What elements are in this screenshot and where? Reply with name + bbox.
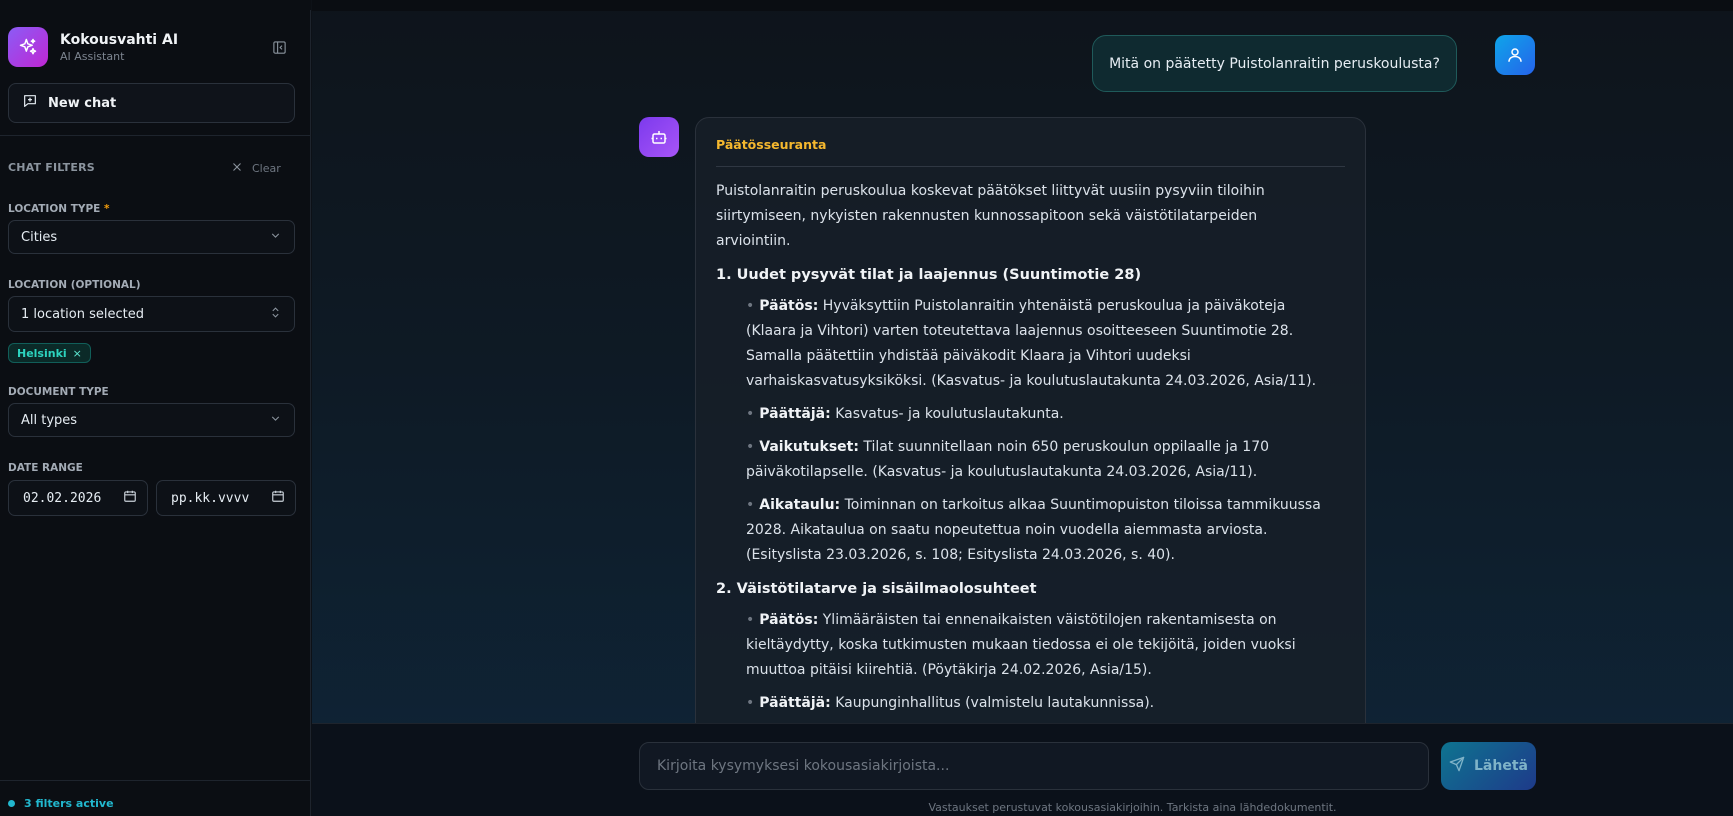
chevron-down-icon <box>269 412 282 429</box>
filters-active-label: 3 filters active <box>24 797 114 810</box>
answer-intro: Puistolanraitin peruskoulua koskevat pää… <box>716 183 1265 249</box>
location-value: 1 location selected <box>21 306 144 322</box>
disclaimer: Vastaukset perustuvat kokousasiakirjoihi… <box>928 801 1337 814</box>
date-to-value: pp.kk.vvvv <box>171 490 250 506</box>
bullet-icon: • <box>746 612 755 628</box>
chip-remove-button[interactable]: × <box>73 347 82 360</box>
item-label: Päättäjä: <box>759 406 831 422</box>
message-input[interactable]: Kirjoita kysymyksesi kokousasiakirjoista… <box>639 742 1429 790</box>
divider <box>0 135 311 136</box>
chat-main: Mitä on päätetty Puistolanraitin perusko… <box>312 0 1733 816</box>
item-text: Hyväksyttiin Puistolanraitin yhtenäistä … <box>746 298 1317 389</box>
location-label: LOCATION (OPTIONAL) <box>8 279 141 291</box>
message-plus-icon <box>22 93 38 113</box>
bullet-icon: • <box>746 695 755 711</box>
chip-label: Helsinki <box>17 346 67 360</box>
sparkles-icon <box>8 27 48 67</box>
bot-icon <box>639 117 679 157</box>
close-icon <box>231 161 243 176</box>
document-type-label: DOCUMENT TYPE <box>8 386 109 398</box>
location-select[interactable]: 1 location selected <box>8 296 295 332</box>
location-chip-helsinki: Helsinki × <box>8 343 91 363</box>
bullet-icon: • <box>746 406 755 422</box>
answer-section-list: • Päätös: Hyväksyttiin Puistolanraitin yh… <box>716 294 1326 568</box>
calendar-icon[interactable] <box>271 489 285 507</box>
item-text: Kasvatus- ja koulutuslautakunta. <box>835 406 1064 422</box>
user-icon <box>1495 35 1535 75</box>
date-range-label: DATE RANGE <box>8 462 83 474</box>
brand-name: Kokousvahti AI <box>60 31 179 48</box>
list-item: • Päättäjä: Kasvatus- ja koulutuslautakun… <box>746 402 1326 427</box>
chevron-down-icon <box>269 229 282 246</box>
clear-filters-button[interactable]: Clear <box>231 161 281 176</box>
bullet-icon: • <box>746 439 755 455</box>
list-item: • Vaikutukset: Tilat suunnitellaan noin 6… <box>746 435 1326 485</box>
send-label: Lähetä <box>1474 758 1528 774</box>
answer-section-list: • Päätös: Ylimääräisten tai ennenaikaiste… <box>716 608 1326 716</box>
answer-tag: Päätösseuranta <box>716 137 827 152</box>
date-to-input[interactable]: pp.kk.vvvv <box>156 480 296 516</box>
chevrons-up-down-icon <box>269 306 282 323</box>
location-type-value: Cities <box>21 229 58 245</box>
list-item: • Aikataulu: Toiminnan on tarkoitus alkaa… <box>746 493 1326 568</box>
item-label: Päätös: <box>759 612 819 628</box>
assistant-answer-card: Päätösseuranta Puistolanraitin peruskoul… <box>695 117 1366 737</box>
date-from-input[interactable]: 02.02.2026 <box>8 480 148 516</box>
divider <box>0 780 311 781</box>
list-item: • Päätös: Hyväksyttiin Puistolanraitin yh… <box>746 294 1326 394</box>
new-chat-label: New chat <box>48 95 117 111</box>
list-item: • Päätös: Ylimääräisten tai ennenaikaiste… <box>746 608 1326 683</box>
sidebar: Kokousvahti AI AI Assistant New chat CHA… <box>0 0 311 816</box>
main-top-edge <box>312 0 1733 11</box>
filters-title: CHAT FILTERS <box>8 161 95 174</box>
document-type-value: All types <box>21 412 78 428</box>
required-marker: * <box>104 203 110 215</box>
bullet-icon: • <box>746 497 755 513</box>
send-icon <box>1449 756 1465 776</box>
item-label: Aikataulu: <box>759 497 841 513</box>
message-input-placeholder: Kirjoita kysymyksesi kokousasiakirjoista… <box>657 758 950 774</box>
item-text: Ylimääräisten tai ennenaikaisten väistöt… <box>746 612 1296 678</box>
answer-section-heading: 1. Uudet pysyvät tilat ja laajennus (Suu… <box>716 267 1142 283</box>
divider <box>716 166 1345 167</box>
item-label: Päätös: <box>759 298 819 314</box>
item-label: Päättäjä: <box>759 695 831 711</box>
clear-label: Clear <box>252 162 281 175</box>
location-type-label: LOCATION TYPE * <box>8 203 110 215</box>
list-item: • Päättäjä: Kaupunginhallitus (valmistelu… <box>746 691 1326 716</box>
bullet-icon: • <box>746 298 755 314</box>
item-text: Kaupunginhallitus (valmistelu lautakunni… <box>835 695 1155 711</box>
new-chat-button[interactable]: New chat <box>8 83 295 123</box>
date-from-value: 02.02.2026 <box>23 490 102 506</box>
user-message-text: Mitä on päätetty Puistolanraitin perusko… <box>1109 55 1440 72</box>
send-button[interactable]: Lähetä <box>1441 742 1536 790</box>
composer: Kirjoita kysymyksesi kokousasiakirjoista… <box>312 723 1733 816</box>
sidebar-top-edge <box>0 0 311 10</box>
answer-sections: 1. Uudet pysyvät tilat ja laajennus (Suu… <box>716 262 1326 716</box>
calendar-icon[interactable] <box>123 489 137 507</box>
status-dot <box>8 800 15 807</box>
filters-active-status: 3 filters active <box>8 797 114 810</box>
sidebar-collapse-icon[interactable] <box>270 38 288 56</box>
location-type-select[interactable]: Cities <box>8 220 295 254</box>
user-message: Mitä on päätetty Puistolanraitin perusko… <box>1092 35 1457 92</box>
answer-section-heading: 2. Väistötilatarve ja sisäilmaolosuhteet <box>716 581 1037 597</box>
document-type-select[interactable]: All types <box>8 403 295 437</box>
item-label: Vaikutukset: <box>759 439 859 455</box>
answer-body: Puistolanraitin peruskoulua koskevat pää… <box>716 179 1326 724</box>
brand-subtitle: AI Assistant <box>60 49 125 63</box>
brand: Kokousvahti AI AI Assistant <box>8 27 178 67</box>
